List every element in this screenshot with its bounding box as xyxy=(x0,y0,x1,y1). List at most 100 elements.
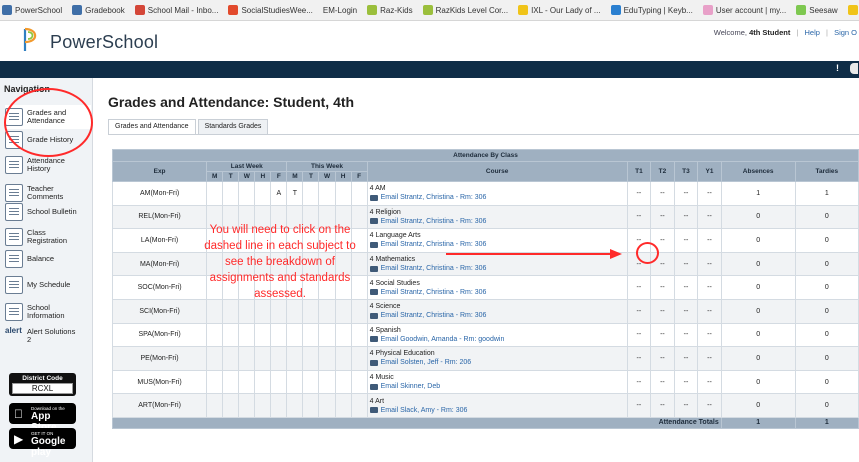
grade-link-t2[interactable]: -- xyxy=(650,369,675,395)
grade-link-y1[interactable]: -- xyxy=(697,322,722,348)
bookmark-item[interactable]: SocialStudiesWee... xyxy=(228,5,313,15)
grade-link-y1[interactable]: -- xyxy=(697,298,722,324)
grade-link-t1[interactable]: -- xyxy=(626,181,652,206)
tab-grades-and-attendance[interactable]: Grades and Attendance xyxy=(108,119,196,135)
grade-link-y1[interactable]: -- xyxy=(697,251,722,277)
attendance-cell[interactable]: T xyxy=(286,181,304,206)
tardies-cell[interactable]: 0 xyxy=(794,251,859,277)
teacher-email-link[interactable]: Email Solsten, Jeff - Rm: 206 xyxy=(369,358,625,367)
grade-link-y1[interactable]: -- xyxy=(697,346,722,371)
grade-link-t2[interactable]: -- xyxy=(650,298,675,324)
absences-cell[interactable]: 0 xyxy=(720,298,796,324)
grade-link-t1[interactable]: -- xyxy=(626,369,652,395)
bookmark-item[interactable]: EduTyping | Keyb... xyxy=(610,5,693,15)
bookmark-item[interactable]: PowerSchool xyxy=(2,5,62,15)
gear-icon[interactable] xyxy=(850,63,858,74)
grade-link-y1[interactable]: -- xyxy=(697,275,722,300)
app-logo-text[interactable]: PowerSchool xyxy=(50,32,158,53)
tardies-cell[interactable]: 0 xyxy=(794,322,859,348)
grade-link-t2[interactable]: -- xyxy=(650,275,675,300)
sidebar-item-alert-solutions[interactable]: alert Alert Solutions 2 xyxy=(5,324,91,348)
grade-link-t1[interactable]: -- xyxy=(626,251,652,277)
tardies-cell[interactable]: 0 xyxy=(794,298,859,324)
grade-link-t2[interactable]: -- xyxy=(650,204,675,230)
grade-link-t3[interactable]: -- xyxy=(673,275,699,300)
grade-link-y1[interactable]: -- xyxy=(697,393,722,418)
absences-cell[interactable]: 0 xyxy=(720,322,796,348)
alert-icon[interactable]: ! xyxy=(836,63,839,73)
sidebar-item-grades-attendance[interactable]: Grades and Attendance xyxy=(5,105,91,129)
sign-out-link[interactable]: Sign O xyxy=(834,28,857,37)
absences-cell[interactable]: 0 xyxy=(720,275,796,300)
teacher-email-link[interactable]: Email Strantz, Christina - Rm: 306 xyxy=(369,193,625,202)
grade-link-t3[interactable]: -- xyxy=(673,369,699,395)
grade-link-t2[interactable]: -- xyxy=(650,251,675,277)
google-play-button[interactable]: ▶ GET IT ON Google play xyxy=(9,428,76,458)
grade-link-t2[interactable]: -- xyxy=(650,346,675,371)
bookmark-item[interactable]: EM-Login xyxy=(323,6,357,15)
teacher-email-link[interactable]: Email Strantz, Christina - Rm: 306 xyxy=(369,311,625,320)
tardies-cell[interactable]: 0 xyxy=(794,369,859,395)
grade-link-t3[interactable]: -- xyxy=(673,204,699,230)
teacher-email-link[interactable]: Email Slack, Amy - Rm: 306 xyxy=(369,406,625,415)
grade-link-t3[interactable]: -- xyxy=(673,228,699,253)
grade-link-t1[interactable]: -- xyxy=(626,275,652,300)
absences-cell[interactable]: 0 xyxy=(720,204,796,230)
grade-link-t2[interactable]: -- xyxy=(650,393,675,418)
absences-cell[interactable]: 0 xyxy=(720,251,796,277)
grade-link-t3[interactable]: -- xyxy=(673,346,699,371)
tardies-cell[interactable]: 1 xyxy=(794,181,859,206)
grade-link-t3[interactable]: -- xyxy=(673,298,699,324)
grade-link-t1[interactable]: -- xyxy=(626,204,652,230)
tardies-cell[interactable]: 0 xyxy=(794,346,859,371)
grade-link-t3[interactable]: -- xyxy=(673,322,699,348)
absences-cell[interactable]: 0 xyxy=(720,228,796,253)
bookmark-item[interactable]: RazKids Level Cor... xyxy=(422,5,508,15)
sidebar-item-attendance-history[interactable]: Attendance History xyxy=(5,153,91,177)
grade-link-y1[interactable]: -- xyxy=(697,228,722,253)
bookmark-item[interactable]: Gradebook xyxy=(72,5,125,15)
help-link[interactable]: Help xyxy=(804,28,819,37)
grade-link-t3[interactable]: -- xyxy=(673,251,699,277)
grade-link-t1[interactable]: -- xyxy=(626,322,652,348)
teacher-email-link[interactable]: Email Strantz, Christina - Rm: 306 xyxy=(369,240,625,249)
tardies-cell[interactable]: 0 xyxy=(794,228,859,253)
sidebar-item-grade-history[interactable]: Grade History xyxy=(5,128,91,152)
grade-link-t2[interactable]: -- xyxy=(650,322,675,348)
grade-link-t3[interactable]: -- xyxy=(673,393,699,418)
sidebar-item-balance[interactable]: Balance xyxy=(5,247,91,271)
sidebar-item-my-schedule[interactable]: My Schedule xyxy=(5,273,91,297)
grade-link-t1[interactable]: -- xyxy=(626,346,652,371)
teacher-email-link[interactable]: Email Strantz, Christina - Rm: 306 xyxy=(369,264,625,273)
bookmark-item[interactable]: User account | my... xyxy=(702,5,786,15)
tardies-cell[interactable]: 0 xyxy=(794,204,859,230)
grade-link-t2[interactable]: -- xyxy=(650,228,675,253)
sidebar-item-school-bulletin[interactable]: School Bulletin xyxy=(5,200,91,224)
grade-link-y1[interactable]: -- xyxy=(697,204,722,230)
bookmark-item[interactable]: IXL Webinar xyxy=(847,5,859,15)
grade-link-t1[interactable]: -- xyxy=(626,393,652,418)
grade-link-y1[interactable]: -- xyxy=(697,369,722,395)
absences-cell[interactable]: 0 xyxy=(720,369,796,395)
grade-link-y1[interactable]: -- xyxy=(697,181,722,206)
attendance-cell[interactable]: A xyxy=(270,181,288,206)
absences-cell[interactable]: 0 xyxy=(720,393,796,418)
absences-cell[interactable]: 0 xyxy=(720,346,796,371)
grade-link-t2[interactable]: -- xyxy=(650,181,675,206)
grade-link-t1[interactable]: -- xyxy=(626,298,652,324)
sidebar-item-school-information[interactable]: School Information xyxy=(5,300,91,324)
sidebar-item-class-registration[interactable]: Class Registration xyxy=(5,225,91,249)
bookmark-item[interactable]: School Mail - Inbo... xyxy=(134,5,218,15)
bookmark-item[interactable]: Seesaw xyxy=(796,5,838,15)
absences-cell[interactable]: 1 xyxy=(720,181,796,206)
teacher-email-link[interactable]: Email Strantz, Christina - Rm: 306 xyxy=(369,288,625,297)
teacher-email-link[interactable]: Email Strantz, Christina - Rm: 306 xyxy=(369,217,625,226)
grade-link-t1[interactable]: -- xyxy=(626,228,652,253)
teacher-email-link[interactable]: Email Skinner, Deb xyxy=(369,382,625,391)
app-store-button[interactable]:  Download on the App Store xyxy=(9,403,76,433)
bookmark-item[interactable]: IXL - Our Lady of ... xyxy=(518,5,601,15)
powerschool-logo-icon[interactable] xyxy=(22,27,42,53)
tab-standards-grades[interactable]: Standards Grades xyxy=(197,119,269,134)
tardies-cell[interactable]: 0 xyxy=(794,275,859,300)
bookmark-item[interactable]: Raz-Kids xyxy=(367,5,413,15)
